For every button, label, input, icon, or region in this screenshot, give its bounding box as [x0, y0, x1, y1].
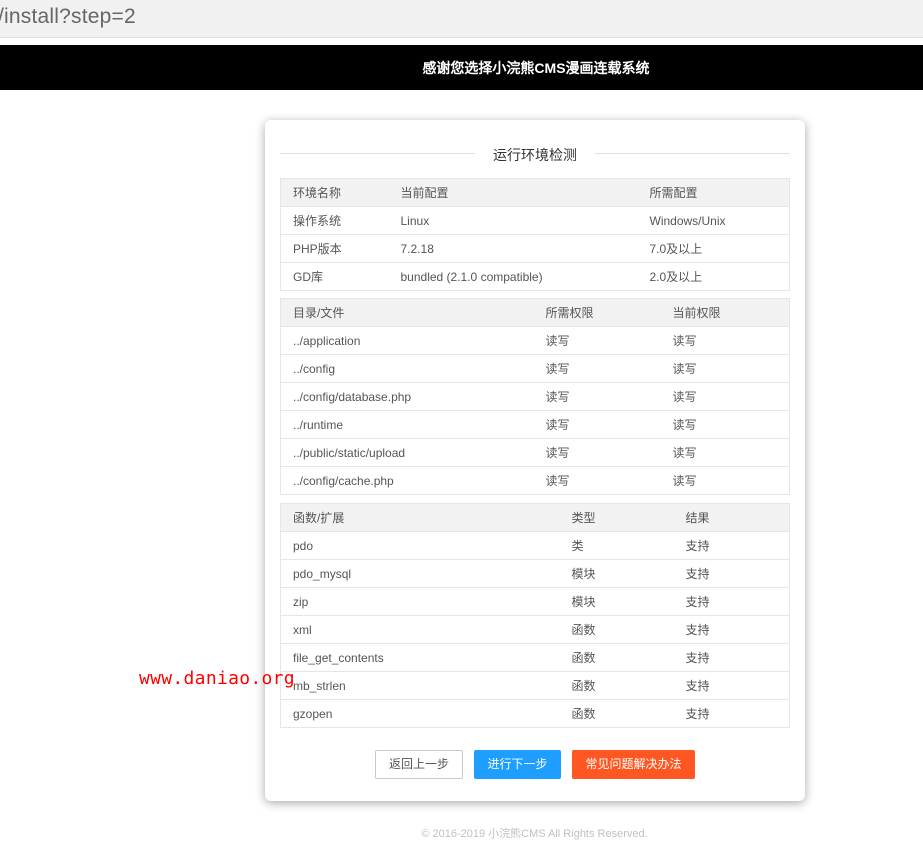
- table-row: ../config/database.php 读写 读写: [280, 382, 790, 411]
- table-cell: 读写: [533, 354, 661, 383]
- faq-button[interactable]: 常见问题解决办法: [572, 750, 695, 779]
- column-header: 当前配置: [388, 178, 638, 207]
- column-header: 目录/文件: [280, 298, 534, 327]
- table-row: gzopen 函数 支持: [280, 699, 790, 728]
- table-cell: 读写: [533, 466, 661, 495]
- function-extension-table: 函数/扩展 类型 结果 pdo 类 支持 pdo_mysql 模块 支持 zip…: [280, 503, 790, 728]
- table-cell: 读写: [660, 466, 790, 495]
- table-cell: 7.0及以上: [637, 234, 790, 263]
- table-cell: 支持: [673, 559, 790, 588]
- page-title: 感谢您选择小浣熊CMS漫画连载系统: [422, 60, 650, 76]
- table-cell: pdo_mysql: [280, 559, 560, 588]
- table-row: xml 函数 支持: [280, 615, 790, 644]
- table-cell: 函数: [559, 699, 674, 728]
- table-cell: pdo: [280, 531, 560, 560]
- next-step-button[interactable]: 进行下一步: [474, 750, 561, 779]
- table-cell: 读写: [660, 438, 790, 467]
- table-cell: 模块: [559, 587, 674, 616]
- table-cell: 7.2.18: [388, 234, 638, 263]
- watermark-text: www.daniao.org: [139, 668, 295, 689]
- column-header: 所需配置: [637, 178, 790, 207]
- table-row: ../config 读写 读写: [280, 354, 790, 383]
- table-row: pdo 类 支持: [280, 531, 790, 560]
- url-text[interactable]: /install?step=2: [0, 5, 136, 29]
- table-cell: ../config: [280, 354, 534, 383]
- column-header: 环境名称: [280, 178, 389, 207]
- table-row: ../runtime 读写 读写: [280, 410, 790, 439]
- table-cell: ../config/cache.php: [280, 466, 534, 495]
- table-cell: zip: [280, 587, 560, 616]
- table-cell: 函数: [559, 671, 674, 700]
- table-row: ../config/cache.php 读写 读写: [280, 466, 790, 495]
- section-title: 运行环境检测: [493, 147, 577, 163]
- table-cell: 读写: [533, 326, 661, 355]
- table-cell: 读写: [660, 354, 790, 383]
- table-cell: 模块: [559, 559, 674, 588]
- table-row: zip 模块 支持: [280, 587, 790, 616]
- table-row: ../public/static/upload 读写 读写: [280, 438, 790, 467]
- table-cell: 读写: [533, 410, 661, 439]
- table-cell: 读写: [533, 438, 661, 467]
- table-row: PHP版本 7.2.18 7.0及以上: [280, 234, 790, 263]
- table-cell: 2.0及以上: [637, 262, 790, 291]
- table-cell: mb_strlen: [280, 671, 560, 700]
- table-header-row: 目录/文件 所需权限 当前权限: [280, 298, 790, 327]
- table-cell: Linux: [388, 206, 638, 235]
- table-cell: 支持: [673, 531, 790, 560]
- table-row: file_get_contents 函数 支持: [280, 643, 790, 672]
- table-row: ../application 读写 读写: [280, 326, 790, 355]
- table-row: mb_strlen 函数 支持: [280, 671, 790, 700]
- table-cell: 读写: [660, 326, 790, 355]
- table-cell: 读写: [533, 382, 661, 411]
- table-cell: PHP版本: [280, 234, 389, 263]
- table-cell: 读写: [660, 382, 790, 411]
- page-header: 感谢您选择小浣熊CMS漫画连载系统: [0, 45, 923, 90]
- table-cell: ../application: [280, 326, 534, 355]
- table-cell: 支持: [673, 615, 790, 644]
- table-header-row: 环境名称 当前配置 所需配置: [280, 178, 790, 207]
- table-cell: 支持: [673, 643, 790, 672]
- column-header: 函数/扩展: [280, 503, 560, 532]
- table-cell: bundled (2.1.0 compatible): [388, 262, 638, 291]
- copyright-footer: © 2016-2019 小浣熊CMS All Rights Reserved.: [421, 828, 648, 840]
- divider-right: [595, 153, 790, 154]
- table-header-row: 函数/扩展 类型 结果: [280, 503, 790, 532]
- table-row: pdo_mysql 模块 支持: [280, 559, 790, 588]
- column-header: 当前权限: [660, 298, 790, 327]
- table-cell: file_get_contents: [280, 643, 560, 672]
- table-cell: 读写: [660, 410, 790, 439]
- install-card: 运行环境检测 环境名称 当前配置 所需配置 操作系统 Linux Windows…: [265, 120, 805, 801]
- table-cell: 支持: [673, 699, 790, 728]
- table-cell: ../runtime: [280, 410, 534, 439]
- button-bar: 返回上一步 进行下一步 常见问题解决办法: [265, 750, 805, 779]
- table-cell: ../config/database.php: [280, 382, 534, 411]
- table-cell: gzopen: [280, 699, 560, 728]
- table-cell: 函数: [559, 643, 674, 672]
- directory-permissions-table: 目录/文件 所需权限 当前权限 ../application 读写 读写 ../…: [280, 298, 790, 495]
- back-button[interactable]: 返回上一步: [375, 750, 463, 779]
- column-header: 所需权限: [533, 298, 661, 327]
- table-row: 操作系统 Linux Windows/Unix: [280, 206, 790, 235]
- table-cell: xml: [280, 615, 560, 644]
- table-row: GD库 bundled (2.1.0 compatible) 2.0及以上: [280, 262, 790, 291]
- table-cell: 支持: [673, 587, 790, 616]
- address-bar[interactable]: /install?step=2: [0, 0, 923, 38]
- table-cell: 操作系统: [280, 206, 389, 235]
- table-cell: 类: [559, 531, 674, 560]
- table-cell: Windows/Unix: [637, 206, 790, 235]
- table-cell: 支持: [673, 671, 790, 700]
- column-header: 结果: [673, 503, 790, 532]
- table-cell: 函数: [559, 615, 674, 644]
- column-header: 类型: [559, 503, 674, 532]
- table-cell: ../public/static/upload: [280, 438, 534, 467]
- section-heading: 运行环境检测: [280, 144, 790, 163]
- table-cell: GD库: [280, 262, 389, 291]
- environment-table: 环境名称 当前配置 所需配置 操作系统 Linux Windows/Unix P…: [280, 178, 790, 291]
